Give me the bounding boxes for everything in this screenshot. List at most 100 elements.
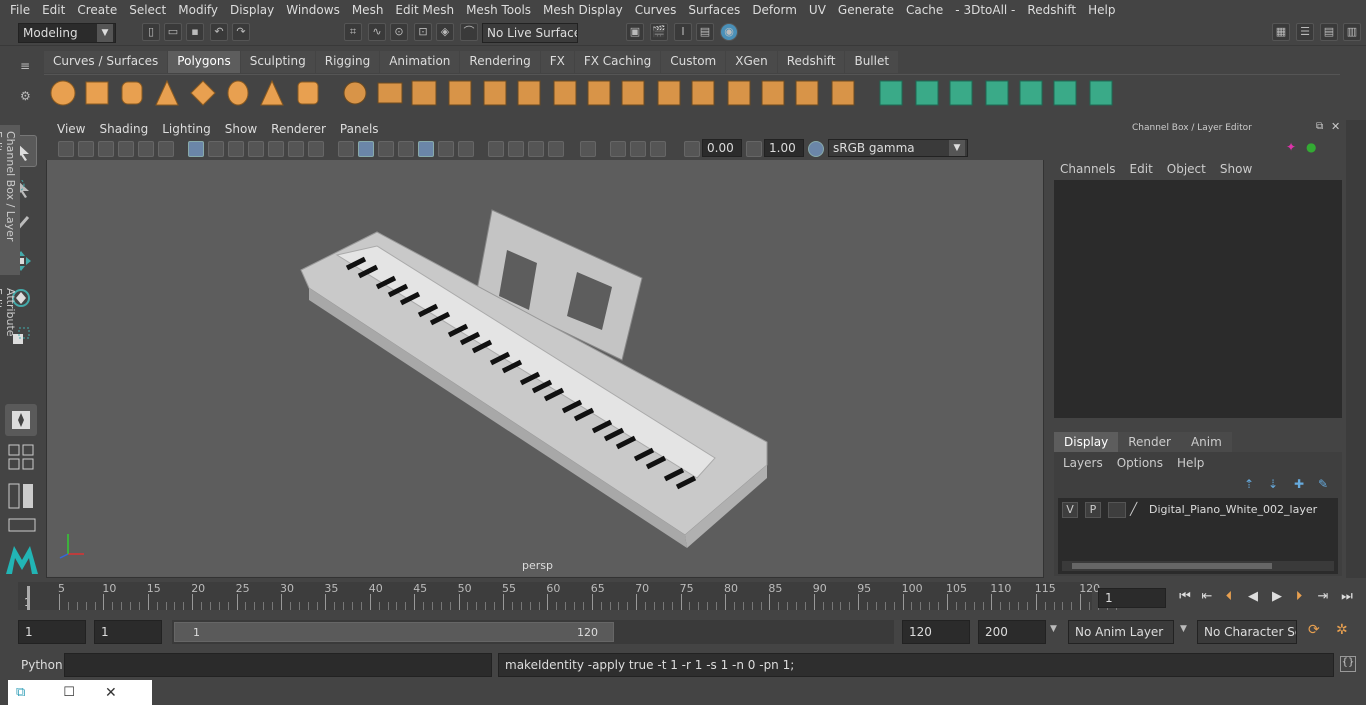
anti-aliasing-icon[interactable] <box>548 141 564 157</box>
grid-toggle-icon[interactable] <box>188 141 204 157</box>
maximize-icon[interactable]: ☐ <box>63 685 75 700</box>
layers-menu[interactable]: Layers <box>1063 456 1103 470</box>
menu-windows[interactable]: Windows <box>280 3 346 17</box>
help-menu[interactable]: Help <box>1177 456 1204 470</box>
step-back-frame-icon[interactable]: ⏴ <box>1220 588 1238 606</box>
attribute-editor-toggle-icon[interactable]: ☰ <box>1296 23 1314 41</box>
isolate-select-icon[interactable] <box>580 141 596 157</box>
layout-single-icon[interactable] <box>8 444 36 472</box>
camera-select-icon[interactable] <box>58 141 74 157</box>
workspace-icon[interactable]: ▦ <box>1272 23 1290 41</box>
colorspace-dropdown[interactable]: sRGB gamma ▼ <box>828 139 968 157</box>
field-chart-icon[interactable] <box>268 141 284 157</box>
shelf-tab-fx-caching[interactable]: FX Caching <box>574 51 661 73</box>
menu-surfaces[interactable]: Surfaces <box>682 3 746 17</box>
soft-select-icon[interactable] <box>5 404 37 436</box>
step-back-key-icon[interactable]: ⇤ <box>1198 588 1216 606</box>
textured-icon[interactable] <box>398 141 414 157</box>
layer-display-type-toggle[interactable] <box>1108 502 1126 518</box>
manipulator-icon[interactable]: ✦ <box>1286 140 1298 154</box>
mode-selector[interactable]: Modeling ▼ <box>18 23 116 43</box>
go-to-end-icon[interactable]: ⏭ <box>1338 588 1356 606</box>
snap-view-icon[interactable]: ⊡ <box>414 23 432 41</box>
menu-edit[interactable]: Edit <box>36 3 71 17</box>
color-management-icon[interactable] <box>808 141 824 157</box>
new-layer-icon[interactable]: ✚ <box>1294 477 1304 491</box>
go-to-start-icon[interactable]: ⏮ <box>1176 588 1194 606</box>
layer-scrollbar-thumb[interactable] <box>1072 563 1272 569</box>
viewport-menu-lighting[interactable]: Lighting <box>155 122 218 136</box>
shelf-tab-animation[interactable]: Animation <box>380 51 460 73</box>
layer-name[interactable]: Digital_Piano_White_002_layer <box>1149 503 1317 516</box>
menu-uv[interactable]: UV <box>803 3 832 17</box>
layer-tab-render[interactable]: Render <box>1118 432 1181 452</box>
safe-title-icon[interactable] <box>308 141 324 157</box>
smooth-shade-icon[interactable] <box>358 141 374 157</box>
snap-point-icon[interactable]: ⊙ <box>390 23 408 41</box>
script-editor-icon[interactable]: {} <box>1340 656 1356 672</box>
new-scene-icon[interactable]: ▯ <box>142 23 160 41</box>
bookmark-icon[interactable] <box>98 141 114 157</box>
xray-joints-icon[interactable] <box>610 141 626 157</box>
playback-start-field[interactable]: 1 <box>94 620 162 644</box>
shelf-tab-bullet[interactable]: Bullet <box>845 51 899 73</box>
viewport-menu-view[interactable]: View <box>50 122 92 136</box>
menu-mesh[interactable]: Mesh <box>346 3 390 17</box>
move-layer-up-icon[interactable]: ⇡ <box>1244 477 1254 491</box>
anim-layer-dropdown[interactable]: No Anim Layer <box>1068 620 1174 644</box>
menu-cache[interactable]: Cache <box>900 3 949 17</box>
gate-mask-icon[interactable] <box>248 141 264 157</box>
live-surface-field[interactable]: No Live Surface <box>482 23 578 43</box>
snap-grid-icon[interactable]: ⌗ <box>344 23 362 41</box>
viewport-menu-show[interactable]: Show <box>218 122 264 136</box>
object-menu[interactable]: Object <box>1167 162 1206 176</box>
menu-generate[interactable]: Generate <box>832 3 900 17</box>
show-menu[interactable]: Show <box>1220 162 1252 176</box>
channel-list[interactable] <box>1054 180 1342 418</box>
toggle-icon[interactable]: ● <box>1306 140 1318 154</box>
options-menu[interactable]: Options <box>1117 456 1163 470</box>
render-settings-icon[interactable]: ▤ <box>696 23 714 41</box>
snap-surface-icon[interactable]: ◈ <box>436 23 454 41</box>
menu-file[interactable]: File <box>4 3 36 17</box>
character-set-dropdown[interactable]: No Character Set <box>1197 620 1297 644</box>
hypershade-icon[interactable]: ◉ <box>720 23 738 41</box>
shelf-tab-polygons[interactable]: Polygons <box>168 51 240 73</box>
chevron-down-icon[interactable]: ▼ <box>1050 624 1057 634</box>
close-icon[interactable]: ✕ <box>105 685 117 701</box>
open-scene-icon[interactable]: ▭ <box>164 23 182 41</box>
xray-active-icon[interactable] <box>630 141 646 157</box>
camera-attributes-icon[interactable] <box>78 141 94 157</box>
menu-help[interactable]: Help <box>1082 3 1121 17</box>
layer-scrollbar[interactable] <box>1062 561 1334 571</box>
shelf-tab-fx[interactable]: FX <box>540 51 574 73</box>
film-gate-icon[interactable] <box>208 141 224 157</box>
shelf-menu-icon[interactable]: ≡ <box>20 59 30 73</box>
shelf-tab-sculpting[interactable]: Sculpting <box>240 51 315 73</box>
new-layer-selected-icon[interactable]: ✎ <box>1318 477 1328 491</box>
undo-icon[interactable]: ↶ <box>210 23 228 41</box>
default-material-icon[interactable] <box>378 141 394 157</box>
shelf-tab-custom[interactable]: Custom <box>661 51 726 73</box>
menu-select[interactable]: Select <box>123 3 172 17</box>
2d-pan-zoom-icon[interactable] <box>138 141 154 157</box>
animation-prefs-icon[interactable]: ✲ <box>1336 622 1354 640</box>
render-view-icon[interactable]: ▣ <box>626 23 644 41</box>
layer-tab-anim[interactable]: Anim <box>1180 432 1232 452</box>
menu-3dtoall[interactable]: - 3DtoAll - <box>949 3 1021 17</box>
shelf-tab-xgen[interactable]: XGen <box>726 51 777 73</box>
layout-outliner-icon[interactable] <box>8 483 36 511</box>
minimized-window[interactable]: ⧉ ☐ ✕ <box>8 680 152 705</box>
wireframe-on-shaded-icon[interactable] <box>418 141 434 157</box>
channels-menu[interactable]: Channels <box>1060 162 1116 176</box>
command-input[interactable] <box>64 653 492 677</box>
image-plane-icon[interactable] <box>118 141 134 157</box>
shelf-tab-rendering[interactable]: Rendering <box>460 51 540 73</box>
shelf-tab-redshift[interactable]: Redshift <box>777 51 845 73</box>
hud-icon[interactable] <box>650 141 666 157</box>
chevron-down-icon[interactable]: ▼ <box>1180 624 1187 634</box>
menu-create[interactable]: Create <box>71 3 123 17</box>
channel-box-toggle-icon[interactable]: ▥ <box>1343 23 1361 41</box>
layer-playback-toggle[interactable]: P <box>1085 502 1101 518</box>
range-slider-handle[interactable]: 1 120 <box>174 622 614 642</box>
